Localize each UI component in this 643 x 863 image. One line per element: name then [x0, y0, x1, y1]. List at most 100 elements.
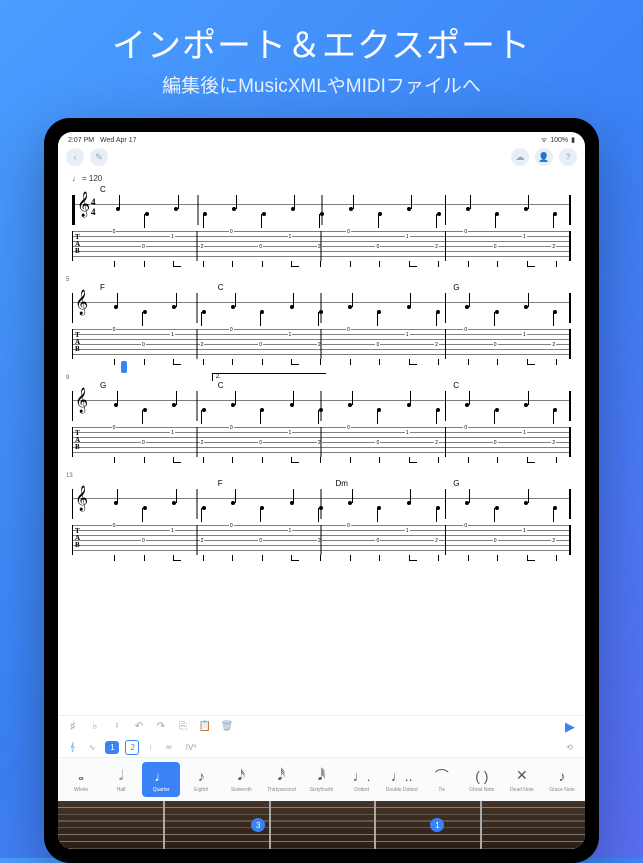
duration-double-dotted[interactable]: ♩..Double Dotted [383, 762, 421, 797]
fret-marker[interactable]: 1 [430, 818, 444, 832]
copy-button[interactable]: ⎘ [176, 720, 190, 734]
note[interactable] [319, 310, 323, 314]
staff[interactable]: 𝄞 [72, 489, 571, 519]
note[interactable] [495, 310, 499, 314]
note[interactable] [377, 408, 381, 412]
note[interactable] [465, 305, 469, 309]
staff[interactable]: 𝄞44 [72, 195, 571, 225]
note[interactable] [114, 501, 118, 505]
duration-quarter[interactable]: ♩Quarter [142, 762, 180, 797]
note[interactable] [231, 305, 235, 309]
duration-grace-note[interactable]: ♪Grace Note [543, 762, 581, 797]
chord-symbol[interactable] [100, 479, 218, 489]
note[interactable] [232, 207, 236, 211]
note[interactable] [495, 506, 499, 510]
chord-symbol[interactable]: C [100, 185, 218, 195]
note[interactable] [116, 207, 120, 211]
back-button[interactable]: ‹ [66, 148, 84, 166]
note[interactable] [553, 408, 557, 412]
note[interactable] [114, 403, 118, 407]
note[interactable] [143, 506, 147, 510]
note[interactable] [172, 501, 176, 505]
chord-button[interactable]: IVº [182, 741, 200, 754]
duration-whole[interactable]: 𝅝Whole [62, 762, 100, 797]
note[interactable] [260, 506, 264, 510]
note[interactable] [260, 310, 264, 314]
note[interactable] [260, 408, 264, 412]
tuplet-button[interactable]: ⁝ [145, 741, 156, 754]
note[interactable] [319, 506, 323, 510]
note[interactable] [495, 212, 499, 216]
note[interactable] [437, 212, 441, 216]
chord-symbol[interactable] [453, 185, 571, 195]
note[interactable] [553, 212, 557, 216]
staff[interactable]: 𝄞 [72, 293, 571, 323]
note[interactable] [231, 501, 235, 505]
note[interactable] [202, 408, 206, 412]
note[interactable] [348, 403, 352, 407]
note[interactable] [145, 212, 149, 216]
playback-cursor[interactable] [121, 361, 127, 373]
note[interactable] [377, 506, 381, 510]
note[interactable] [465, 403, 469, 407]
fretboard[interactable]: 31 [58, 801, 585, 849]
note[interactable] [495, 408, 499, 412]
staff[interactable]: 𝄞 [72, 391, 571, 421]
note[interactable] [290, 501, 294, 505]
note[interactable] [174, 207, 178, 211]
tablature[interactable]: TAB0012001200120012 [72, 525, 571, 555]
note[interactable] [377, 310, 381, 314]
chord-symbol[interactable]: G [453, 283, 571, 293]
note[interactable] [524, 403, 528, 407]
duration-sixteenth[interactable]: 𝅘𝅥𝅯Sixteenth [222, 762, 260, 797]
undo-button[interactable]: ↶ [132, 720, 146, 734]
note[interactable] [202, 506, 206, 510]
tablature[interactable]: TAB0012001200120012 [72, 329, 571, 359]
note[interactable] [407, 501, 411, 505]
note[interactable] [436, 310, 440, 314]
duration-dotted[interactable]: ♩.Dotted [343, 762, 381, 797]
note[interactable] [553, 310, 557, 314]
duration-eighth[interactable]: ♪Eighth [182, 762, 220, 797]
chord-symbol[interactable]: F [100, 283, 218, 293]
natural-button[interactable]: ♮ [110, 720, 124, 734]
sharp-button[interactable]: ♯ [66, 720, 80, 734]
note[interactable] [553, 506, 557, 510]
voice-2-button[interactable]: 2 [125, 740, 139, 755]
help-button[interactable]: ? [559, 148, 577, 166]
sheet-area[interactable]: = 120 Guitar C 𝄞44 TAB0012001200120012 5… [58, 168, 585, 715]
note[interactable] [291, 207, 295, 211]
chord-symbol[interactable] [336, 185, 454, 195]
note[interactable] [172, 403, 176, 407]
redo-button[interactable]: ↷ [154, 720, 168, 734]
voice-1-button[interactable]: 1 [105, 741, 119, 754]
effect-button[interactable]: ∿ [85, 741, 100, 754]
duration-tie[interactable]: ⌒Tie [423, 762, 461, 797]
chord-symbol[interactable] [218, 185, 336, 195]
tablature[interactable]: TAB0012001200120012 [72, 427, 571, 457]
note[interactable] [348, 305, 352, 309]
play-button[interactable]: ▶ [563, 720, 577, 734]
duration-half[interactable]: 𝅗𝅥Half [102, 762, 140, 797]
note[interactable] [290, 305, 294, 309]
chord-symbol[interactable]: G [100, 381, 218, 391]
note[interactable] [407, 207, 411, 211]
chord-symbol[interactable]: C [453, 381, 571, 391]
paste-button[interactable]: 📋 [198, 720, 212, 734]
cloud-button[interactable]: ☁ [511, 148, 529, 166]
note[interactable] [203, 212, 207, 216]
tablature[interactable]: TAB0012001200120012 [72, 231, 571, 261]
note[interactable] [378, 212, 382, 216]
note[interactable] [231, 403, 235, 407]
repeat-button[interactable]: ⟲ [562, 741, 577, 754]
note[interactable] [172, 305, 176, 309]
duration-ghost-note[interactable]: ( )Ghost Note [463, 762, 501, 797]
chord-symbol[interactable]: Dm [336, 479, 454, 489]
note[interactable] [436, 506, 440, 510]
chord-symbol[interactable]: C [218, 381, 336, 391]
note[interactable] [465, 501, 469, 505]
flat-button[interactable]: ♭ [88, 720, 102, 734]
chord-symbol[interactable] [336, 283, 454, 293]
note-mode-button[interactable]: 𝄞 [66, 740, 79, 754]
note[interactable] [114, 305, 118, 309]
